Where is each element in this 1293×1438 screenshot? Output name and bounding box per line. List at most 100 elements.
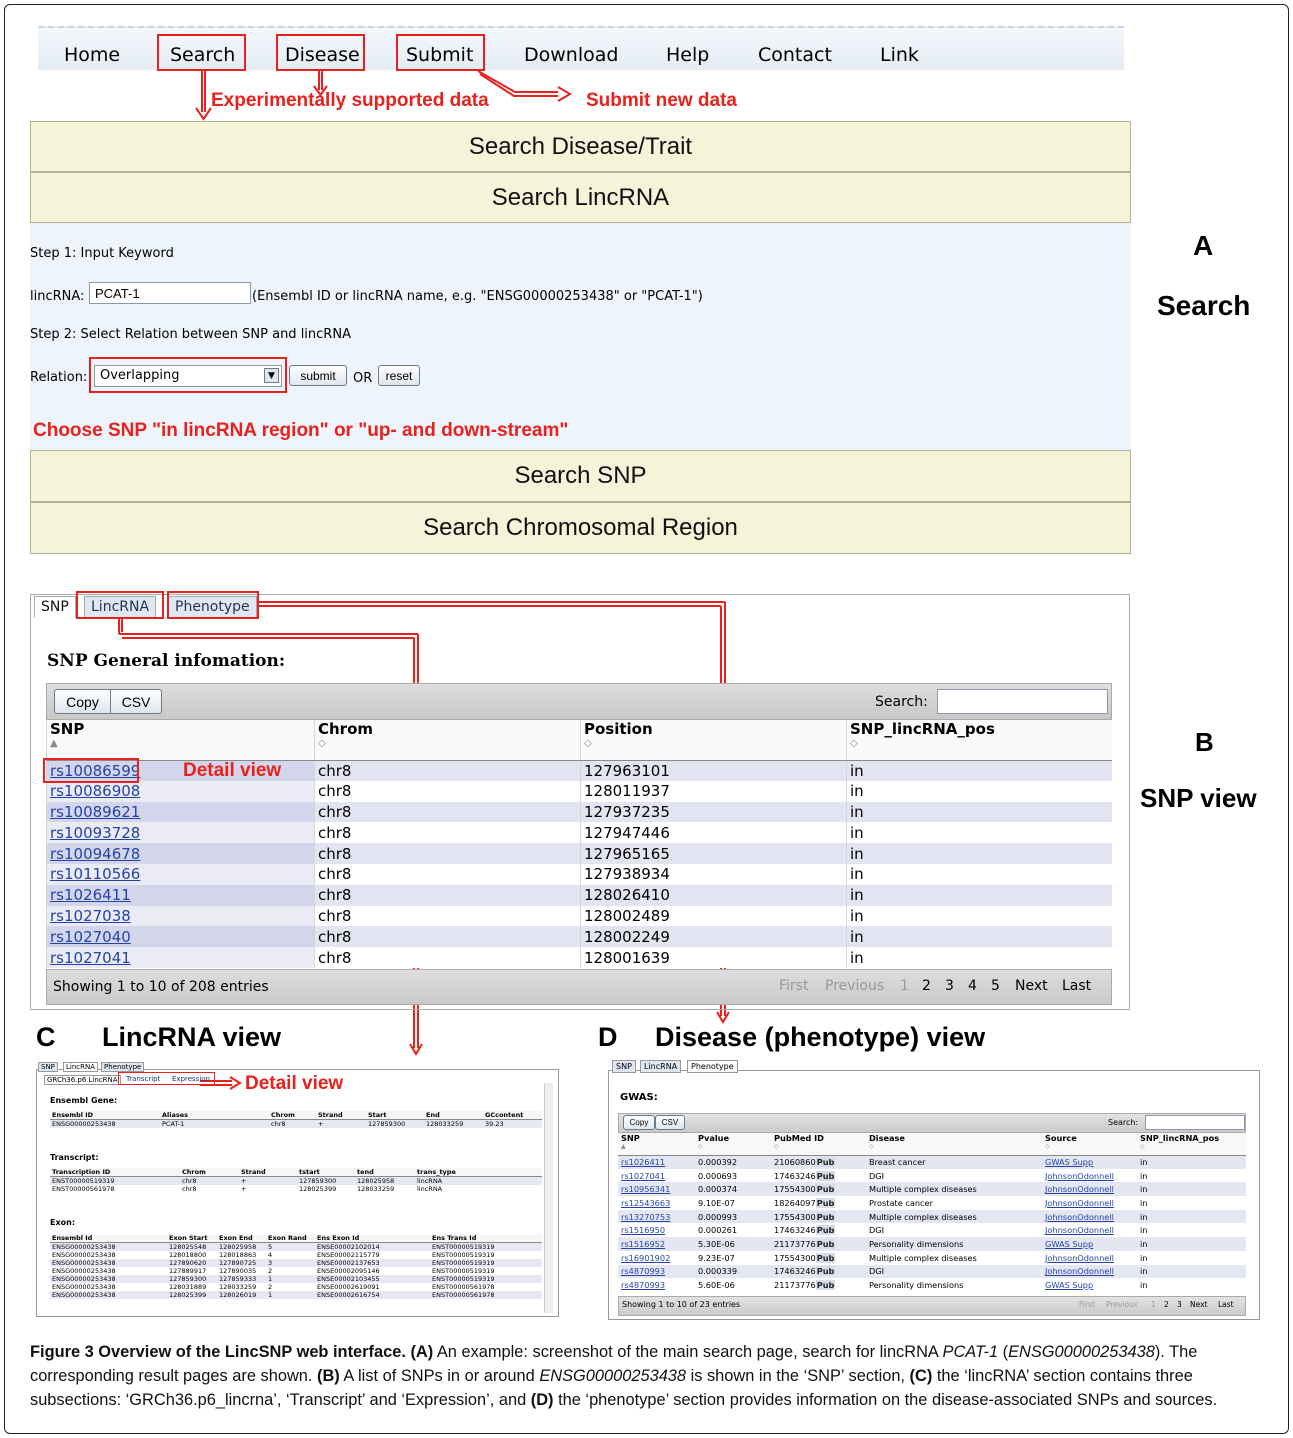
- source-link[interactable]: JohnsonOdonnell: [1042, 1251, 1137, 1265]
- pager-2[interactable]: 2: [918, 978, 935, 998]
- pubmed-button[interactable]: Pub: [815, 1170, 836, 1181]
- pager-last[interactable]: Last: [1058, 978, 1095, 998]
- d-pager-previous[interactable]: Previous: [1106, 1300, 1138, 1309]
- d-tab-snp[interactable]: SNP: [612, 1060, 636, 1073]
- table-cell: in: [1137, 1182, 1246, 1197]
- col-chrom-label: Chrom: [318, 720, 374, 738]
- c-tab-phenotype[interactable]: Phenotype: [101, 1062, 145, 1072]
- col-chrom[interactable]: Chrom ◇: [314, 720, 581, 761]
- d-col-source[interactable]: Source ◇: [1042, 1133, 1137, 1156]
- pubmed-button[interactable]: Pub: [815, 1238, 836, 1249]
- col-snp-lincrna-pos[interactable]: SNP_lincRNA_pos ◇: [846, 720, 1112, 761]
- c-subtab-grch36[interactable]: GRCh36.p6 LincRNA: [44, 1075, 121, 1085]
- pager-1[interactable]: 1: [896, 978, 913, 998]
- pubmed-button[interactable]: Pub: [815, 1225, 836, 1236]
- accordion-search-lincrna[interactable]: Search LincRNA: [30, 172, 1131, 223]
- accordion-search-disease[interactable]: Search Disease/Trait: [30, 121, 1131, 172]
- pager-previous[interactable]: Previous: [821, 978, 888, 998]
- csv-button[interactable]: CSV: [110, 689, 162, 714]
- d-snp-link[interactable]: rs13270753: [618, 1209, 695, 1224]
- d-snp-link[interactable]: rs1516952: [618, 1237, 695, 1251]
- d-snp-link[interactable]: rs16901902: [618, 1251, 695, 1265]
- d-pager-2[interactable]: 2: [1164, 1300, 1169, 1309]
- c-scrollbar[interactable]: [544, 1083, 553, 1313]
- source-link[interactable]: JohnsonOdonnell: [1042, 1182, 1137, 1197]
- d-tab-lincrna[interactable]: LincRNA: [640, 1060, 682, 1073]
- d-pager-3[interactable]: 3: [1177, 1300, 1182, 1309]
- source-link[interactable]: GWAS Supp: [1042, 1155, 1137, 1169]
- source-link[interactable]: GWAS Supp: [1042, 1237, 1137, 1251]
- d-search-input[interactable]: [1145, 1115, 1245, 1130]
- pubmed-button[interactable]: Pub: [815, 1184, 836, 1195]
- d-snp-link[interactable]: rs12543663: [618, 1196, 695, 1210]
- d-csv-button[interactable]: CSV: [655, 1115, 685, 1130]
- pubmed-button[interactable]: Pub: [815, 1197, 836, 1208]
- accordion-search-snp[interactable]: Search SNP: [30, 450, 1131, 502]
- snp-link[interactable]: rs10110566: [50, 865, 140, 883]
- d-col-pos[interactable]: SNP_lincRNA_pos ◇: [1137, 1133, 1246, 1156]
- d-snp-link[interactable]: rs4870993: [618, 1264, 695, 1279]
- column-label: SNP_lincRNA_pos: [1140, 1133, 1220, 1143]
- snp-link[interactable]: rs1027041: [50, 949, 131, 967]
- d-pager-1[interactable]: 1: [1151, 1300, 1156, 1309]
- submit-button[interactable]: submit: [289, 365, 347, 386]
- pager-5[interactable]: 5: [987, 978, 1004, 998]
- d-col-pubmed[interactable]: PubMed ID ◇: [771, 1133, 866, 1156]
- table-cell: 17554300Pub: [771, 1209, 866, 1224]
- pager-3[interactable]: 3: [941, 978, 958, 998]
- d-col-pvalue[interactable]: Pvalue ◇: [695, 1133, 771, 1156]
- table-row: Ensembl ID Aliases Chrom Strand Start En…: [50, 1111, 542, 1120]
- snp-link[interactable]: rs10094678: [50, 845, 140, 863]
- snp-link[interactable]: rs1026411: [50, 886, 131, 904]
- d-snp-link[interactable]: rs4870993: [618, 1278, 695, 1292]
- pubmed-button[interactable]: Pub: [815, 1157, 836, 1168]
- d-snp-link[interactable]: rs1026411: [618, 1155, 695, 1169]
- pager-4[interactable]: 4: [964, 978, 981, 998]
- table-row: rs1516950 0.000261 17463246Pub DGI JohnsonOd…: [618, 1223, 1246, 1237]
- d-pager-last[interactable]: Last: [1218, 1300, 1234, 1309]
- source-link[interactable]: JohnsonOdonnell: [1042, 1223, 1137, 1237]
- c-tab-snp[interactable]: SNP: [38, 1062, 58, 1072]
- tab-snp[interactable]: SNP: [34, 596, 76, 618]
- lincrna-input[interactable]: [89, 282, 251, 304]
- reset-button[interactable]: reset: [378, 365, 420, 386]
- d-col-snp[interactable]: SNP ▲: [618, 1133, 695, 1156]
- table-cell: 127859300: [366, 1119, 424, 1128]
- pubmed-button[interactable]: Pub: [815, 1266, 836, 1277]
- highlight-relation: [89, 357, 287, 393]
- source-link[interactable]: JohnsonOdonnell: [1042, 1196, 1137, 1210]
- snp-link[interactable]: rs1027038: [50, 907, 131, 925]
- pubmed-button[interactable]: Pub: [815, 1211, 836, 1222]
- snp-link[interactable]: rs10093728: [50, 824, 140, 842]
- source-link[interactable]: JohnsonOdonnell: [1042, 1169, 1137, 1183]
- snp-link[interactable]: rs10086908: [50, 782, 140, 800]
- source-link[interactable]: GWAS Supp: [1042, 1278, 1137, 1292]
- table-cell: ENSG00000253438: [50, 1259, 167, 1267]
- d-snp-link[interactable]: rs1027041: [618, 1169, 695, 1183]
- table-cell: in: [1137, 1155, 1246, 1169]
- col-snp[interactable]: SNP ▲: [46, 720, 315, 761]
- pager-first[interactable]: First: [775, 978, 812, 998]
- copy-button[interactable]: Copy: [54, 689, 111, 714]
- table-row: rs10094678 chr8 127965165 in: [46, 843, 1112, 864]
- table-cell: chr8: [314, 760, 581, 781]
- source-link[interactable]: JohnsonOdonnell: [1042, 1209, 1137, 1224]
- table-row: rs10110566 chr8 127938934 in: [46, 863, 1112, 885]
- pubmed-button[interactable]: Pub: [815, 1252, 836, 1263]
- snp-search-input[interactable]: [937, 689, 1108, 714]
- col-position[interactable]: Position ◇: [580, 720, 847, 761]
- d-tab-phenotype[interactable]: Phenotype: [687, 1060, 738, 1073]
- d-snp-link[interactable]: rs1516950: [618, 1223, 695, 1237]
- c-tab-lincrna[interactable]: LincRNA: [63, 1062, 99, 1072]
- snp-link[interactable]: rs1027040: [50, 928, 131, 946]
- pager-next[interactable]: Next: [1011, 978, 1052, 998]
- d-col-disease[interactable]: Disease ◇: [866, 1133, 1042, 1156]
- d-pager-next[interactable]: Next: [1190, 1300, 1207, 1309]
- snp-link[interactable]: rs10089621: [50, 803, 140, 821]
- accordion-search-region[interactable]: Search Chromosomal Region: [30, 502, 1131, 554]
- d-pager-first[interactable]: First: [1079, 1300, 1095, 1309]
- source-link[interactable]: JohnsonOdonnell: [1042, 1264, 1137, 1279]
- pubmed-button[interactable]: Pub: [815, 1280, 836, 1291]
- d-snp-link[interactable]: rs10956341: [618, 1182, 695, 1197]
- d-copy-button[interactable]: Copy: [623, 1115, 655, 1130]
